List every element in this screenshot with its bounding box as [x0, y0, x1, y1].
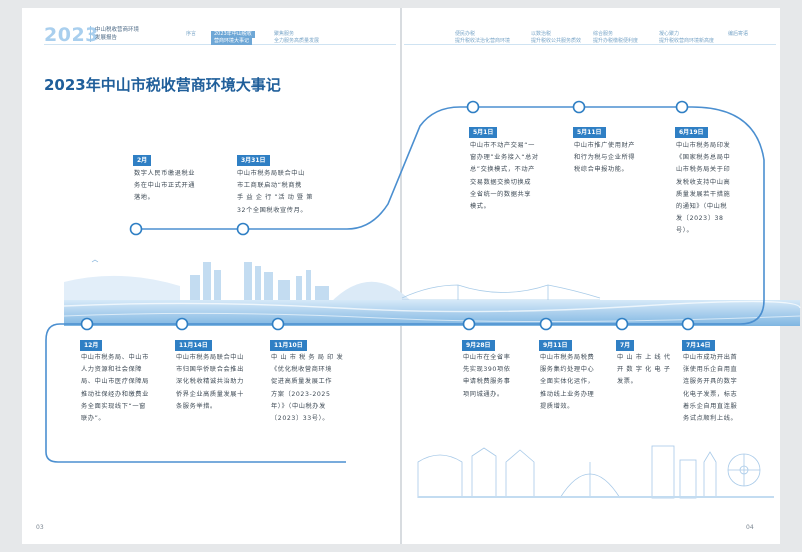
event-text-line: 交易数据交换切换成	[470, 178, 532, 186]
event-text: 中山市在全省率 先实现390项依 申请税费服务事 项同城通办。	[463, 352, 511, 401]
event-text-line: 中山市成功开出首	[683, 354, 738, 361]
event-date: 2月	[133, 155, 152, 166]
event-date: 3月31日	[237, 155, 270, 166]
event-text-line: 着乐企自用直连服	[683, 402, 738, 410]
event-date: 5月1日	[469, 127, 498, 138]
event-text-line: 全面实体化运作，	[540, 378, 595, 386]
event-text-line: 联办”。	[81, 415, 106, 423]
event-text-line: 中山市税务局税费	[540, 354, 595, 361]
event-text-line: 税综合申报功能。	[574, 166, 629, 174]
event-date: 9月28日	[462, 340, 495, 351]
event-text-line: 中山市税务局联合中山	[237, 170, 305, 177]
event-text-line: 模式。	[470, 203, 491, 211]
event-text-line: 号）。	[676, 227, 694, 235]
event-date: 7月	[616, 340, 635, 351]
event-text-line: 局、中山市医疗保障局	[81, 378, 149, 386]
event-text-line: 《优化税收营商环境	[271, 366, 333, 374]
event-text-line: 深化税收精诚共治助力	[176, 378, 244, 386]
event-text-line: 务在中山市正式开通	[134, 182, 196, 190]
event-text-line: 数字人民币缴退税业	[134, 170, 196, 177]
event-text-line: 服务集约处理中心	[540, 366, 595, 374]
event-text-line: 全省统一的数据共享	[470, 190, 532, 198]
event-text-line: 总”交换模式，不动产	[470, 166, 535, 174]
event-text-line: 条服务举措。	[176, 402, 217, 410]
event-text: 中 山 市 税 务 局 印 发 《优化税收营商环境 促进高质量发展工作 方案（2…	[271, 352, 343, 425]
event-text-line: 山市税务局关于印	[676, 166, 731, 174]
event-date: 5月11日	[573, 127, 606, 138]
event-text-line: 人力资源和社会保障	[81, 366, 143, 374]
event-text-line: 发票。	[617, 378, 638, 386]
bridge-illustration	[401, 284, 601, 301]
event-text: 中山市成功开出首 张使用乐企自用直 连服务开具的数字 化电子发票，标志 着乐企自…	[683, 352, 737, 425]
event-date: 6月19日	[675, 127, 708, 138]
event-text: 中山市税务局、中山市 人力资源和社会保障 局、中山市医疗保障局 推动社保经办和缴…	[81, 352, 149, 425]
event-text-line: 窗办理”业务接入“总对	[470, 154, 539, 162]
event-text-line: 市归国华侨联合会推出	[176, 366, 244, 374]
skyline-illustration	[64, 262, 410, 303]
event-date: 11月10日	[270, 340, 307, 351]
event-text-line: 中山市推广使用财产	[574, 142, 636, 149]
event-text: 中山市税务局联合中山 市归国华侨联合会推出 深化税收精诚共治助力 侨界企业高质量…	[176, 352, 244, 413]
event-text-line: 推动社保经办和缴费业	[81, 390, 149, 398]
event-text-line: 方案（2023-2025	[271, 390, 331, 398]
event-text-line: 侨界企业高质量发展十	[176, 390, 244, 398]
timeline-graphic	[45, 100, 801, 499]
event-text-line: 张使用乐企自用直	[683, 366, 738, 374]
event-text-line: 务全面实现线下“一窗	[81, 402, 146, 410]
event-text-line: 化电子发票，标志	[683, 390, 738, 398]
event-text-line: 推动线上业务办理	[540, 390, 595, 398]
event-text-line: 市工商联启动“税商携	[237, 182, 302, 190]
event-text-line: 〔2023〕33号）。	[271, 415, 330, 423]
bird-icon	[91, 259, 99, 263]
event-text-line: 中 山 市 税 务 局 印 发	[271, 354, 344, 361]
event-text-line: 中山市在全省率	[463, 354, 511, 361]
event-text-line: 《国家税务总局中	[676, 154, 731, 162]
event-text-line: 提质增效。	[540, 402, 574, 410]
event-text-line: 促进高质量发展工作	[271, 378, 333, 386]
event-text-line: 中山市不动产交易“一	[470, 142, 535, 149]
event-text-line: 发税收支持中山高	[676, 178, 731, 186]
event-date: 11月14日	[175, 340, 212, 351]
event-text-line: 中 山 市 上 线 代	[617, 354, 671, 361]
event-text-line: 的通知》（中山税	[676, 203, 728, 211]
event-date: 12月	[80, 340, 103, 351]
page-number-right: 04	[746, 524, 754, 531]
page-number-left: 03	[36, 524, 44, 531]
event-text-line: 项同城通办。	[463, 390, 504, 398]
event-text: 中山市税务局税费 服务集约处理中心 全面实体化运作， 推动线上业务办理 提质增效…	[540, 352, 594, 413]
event-date: 7月14日	[682, 340, 715, 351]
event-text-line: 中山市税务局、中山市	[81, 354, 149, 361]
event-text: 数字人民币缴退税业 务在中山市正式开通 落地。	[134, 168, 195, 205]
landmark-illustration	[417, 445, 761, 499]
event-date: 9月11日	[539, 340, 572, 351]
event-text-line: 32个全国税收宣传月。	[237, 206, 308, 214]
event-text-line: 落地。	[134, 194, 155, 202]
event-text: 中山市税务局联合中山 市工商联启动“税商携 手 益 企 行 ”活 动 暨 第 3…	[237, 168, 313, 217]
event-text: 中山市不动产交易“一 窗办理”业务接入“总对 总”交换模式，不动产 交易数据交换…	[470, 140, 539, 213]
event-text-line: 连服务开具的数字	[683, 378, 738, 386]
event-text-line: 开 数 字 化 电 子	[617, 366, 671, 374]
event-text-line: 中山市税务局联合中山	[176, 354, 244, 361]
event-text: 中山市推广使用财产 和行为税与企业所得 税综合申报功能。	[574, 140, 635, 177]
event-text-line: 发〔2023〕38	[676, 215, 724, 223]
event-text: 中 山 市 上 线 代 开 数 字 化 电 子 发票。	[617, 352, 671, 389]
event-text-line: 申请税费服务事	[463, 378, 511, 386]
report-spread: 2023 中山税收营商环境 发展报告 序言 2023年中山税收 营商环境大事记 …	[0, 0, 802, 552]
event-text-line: 手 益 企 行 ”活 动 暨 第	[237, 194, 314, 202]
event-text: 中山市税务局印发 《国家税务总局中 山市税务局关于印 发税收支持中山高 质量发展…	[676, 140, 730, 238]
event-text-line: 中山市税务局印发	[676, 142, 731, 149]
event-text-line: 先实现390项依	[463, 366, 511, 374]
event-text-line: 和行为税与企业所得	[574, 154, 636, 162]
event-text-line: 质量发展若干措施	[676, 190, 731, 198]
event-text-line: 年）》（中山税办发	[271, 402, 326, 410]
event-text-line: 务试点顺利上线。	[683, 415, 738, 423]
